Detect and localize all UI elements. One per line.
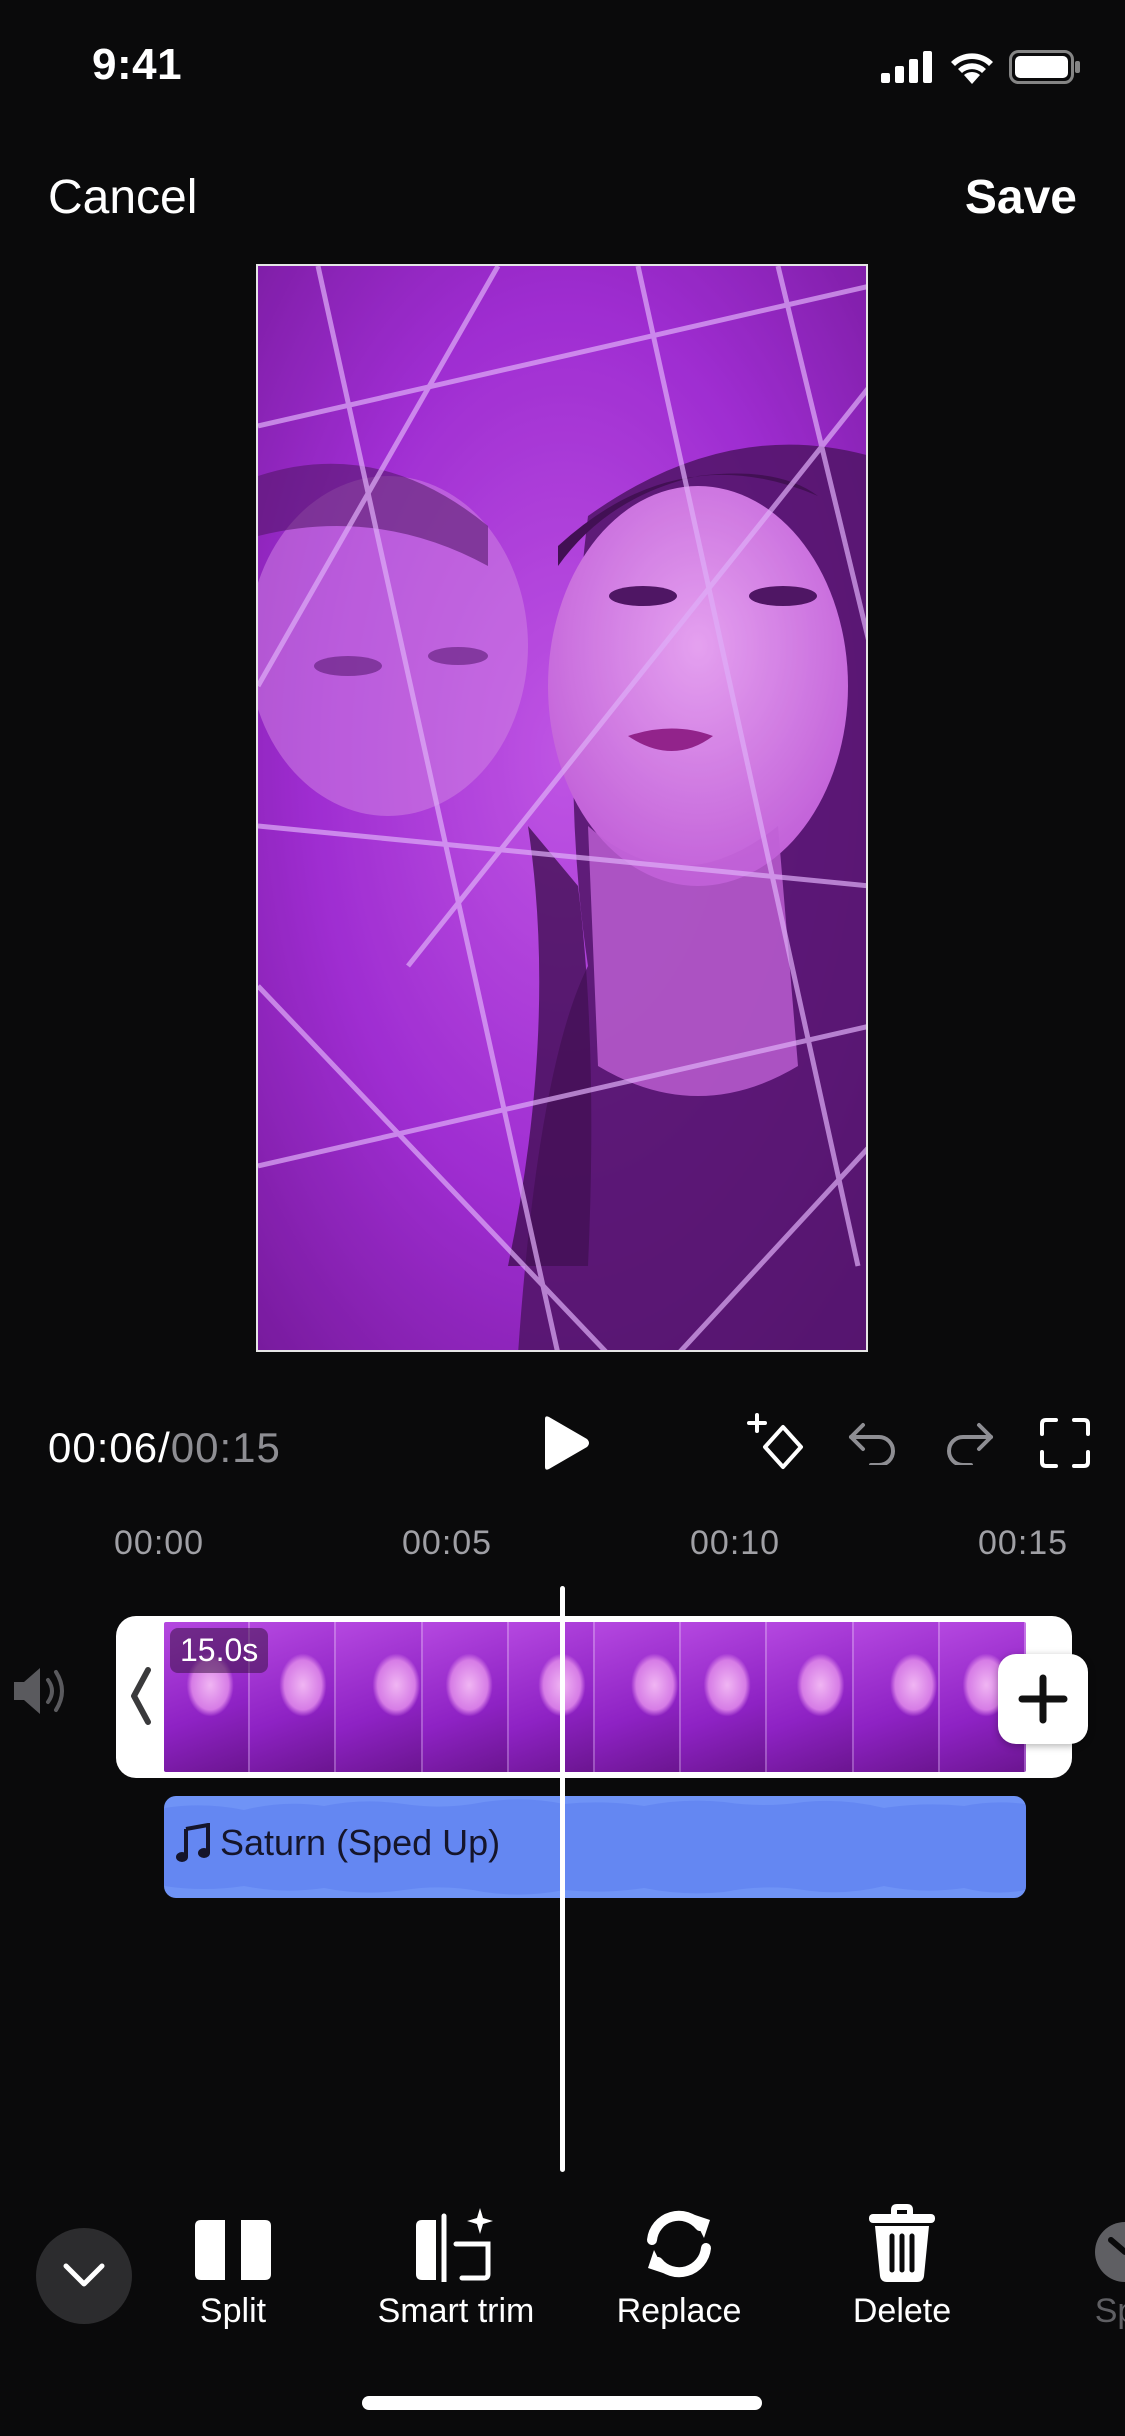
playhead[interactable] (560, 1586, 565, 2172)
audio-track-title: Saturn (Sped Up) (220, 1822, 501, 1863)
speed-label: Spe (1094, 2292, 1125, 2330)
clip-volume-button[interactable] (10, 1664, 70, 1723)
status-icons (881, 50, 1081, 84)
play-button[interactable] (532, 1410, 598, 1476)
clip-thumbnail (595, 1622, 682, 1772)
redo-icon (947, 1423, 993, 1465)
timecode: 00:06/00:15 (48, 1424, 281, 1472)
clip-thumbnail (422, 1622, 509, 1772)
smart-trim-label: Smart trim (377, 2292, 535, 2330)
split-icon (195, 2220, 271, 2280)
current-time: 00:06 (48, 1424, 159, 1471)
video-preview[interactable] (256, 264, 868, 1352)
trim-handle-left[interactable] (128, 1666, 154, 1731)
play-icon (545, 1416, 589, 1470)
clip-duration-badge: 15.0s (170, 1628, 269, 1673)
add-clip-button[interactable] (998, 1654, 1088, 1744)
fullscreen-button[interactable] (1032, 1410, 1098, 1476)
collapse-toolbar-button[interactable] (36, 2228, 132, 2324)
speed-icon (1095, 2222, 1125, 2282)
ruler-tick: 00:10 (690, 1524, 781, 1562)
chevron-down-icon (63, 2263, 105, 2287)
split-label: Split (199, 2292, 267, 2330)
home-indicator (362, 2396, 762, 2410)
split-tool[interactable]: Split (128, 2196, 338, 2331)
chevron-left-icon (131, 1667, 151, 1725)
ruler-tick: 00:15 (978, 1524, 1069, 1562)
undo-icon (849, 1423, 895, 1465)
smart-trim-tool[interactable]: Smart trim (351, 2196, 561, 2331)
battery-icon (1009, 50, 1080, 84)
audio-track-label: Saturn (Sped Up) (176, 1822, 500, 1864)
total-time: 00:15 (170, 1424, 281, 1471)
time-separator: / (158, 1424, 171, 1471)
fullscreen-icon (1040, 1418, 1090, 1468)
save-button[interactable]: Save (965, 170, 1077, 225)
music-note-icon (176, 1823, 210, 1862)
video-frame-image (258, 266, 866, 1350)
replace-tool[interactable]: Replace (574, 2196, 784, 2331)
undo-button[interactable] (840, 1410, 906, 1476)
delete-tool[interactable]: Delete (797, 2196, 1007, 2331)
ruler-tick: 00:00 (114, 1524, 205, 1562)
trash-icon (869, 2204, 935, 2282)
speed-tool[interactable]: Spe (1020, 2196, 1125, 2331)
delete-label: Delete (852, 2292, 952, 2330)
clip-thumbnail (767, 1622, 854, 1772)
add-keyframe-button[interactable] (744, 1410, 810, 1476)
redo-button[interactable] (936, 1410, 1002, 1476)
clip-thumbnail (508, 1622, 596, 1772)
replace-icon (647, 2210, 711, 2278)
clip-filmstrip[interactable] (164, 1622, 1026, 1772)
status-time: 9:41 (92, 40, 183, 89)
cellular-signal-icon (881, 51, 932, 83)
smart-trim-icon (416, 2208, 493, 2282)
replace-label: Replace (616, 2292, 742, 2330)
wifi-icon (951, 53, 993, 84)
clip-thumbnail (681, 1622, 768, 1772)
speaker-icon (14, 1668, 64, 1714)
ruler-tick: 00:05 (402, 1524, 493, 1562)
cancel-button[interactable]: Cancel (48, 170, 197, 225)
clip-thumbnail (336, 1622, 423, 1772)
plus-icon (1018, 1674, 1068, 1724)
clip-thumbnail (853, 1622, 940, 1772)
add-keyframe-icon (747, 1413, 803, 1469)
